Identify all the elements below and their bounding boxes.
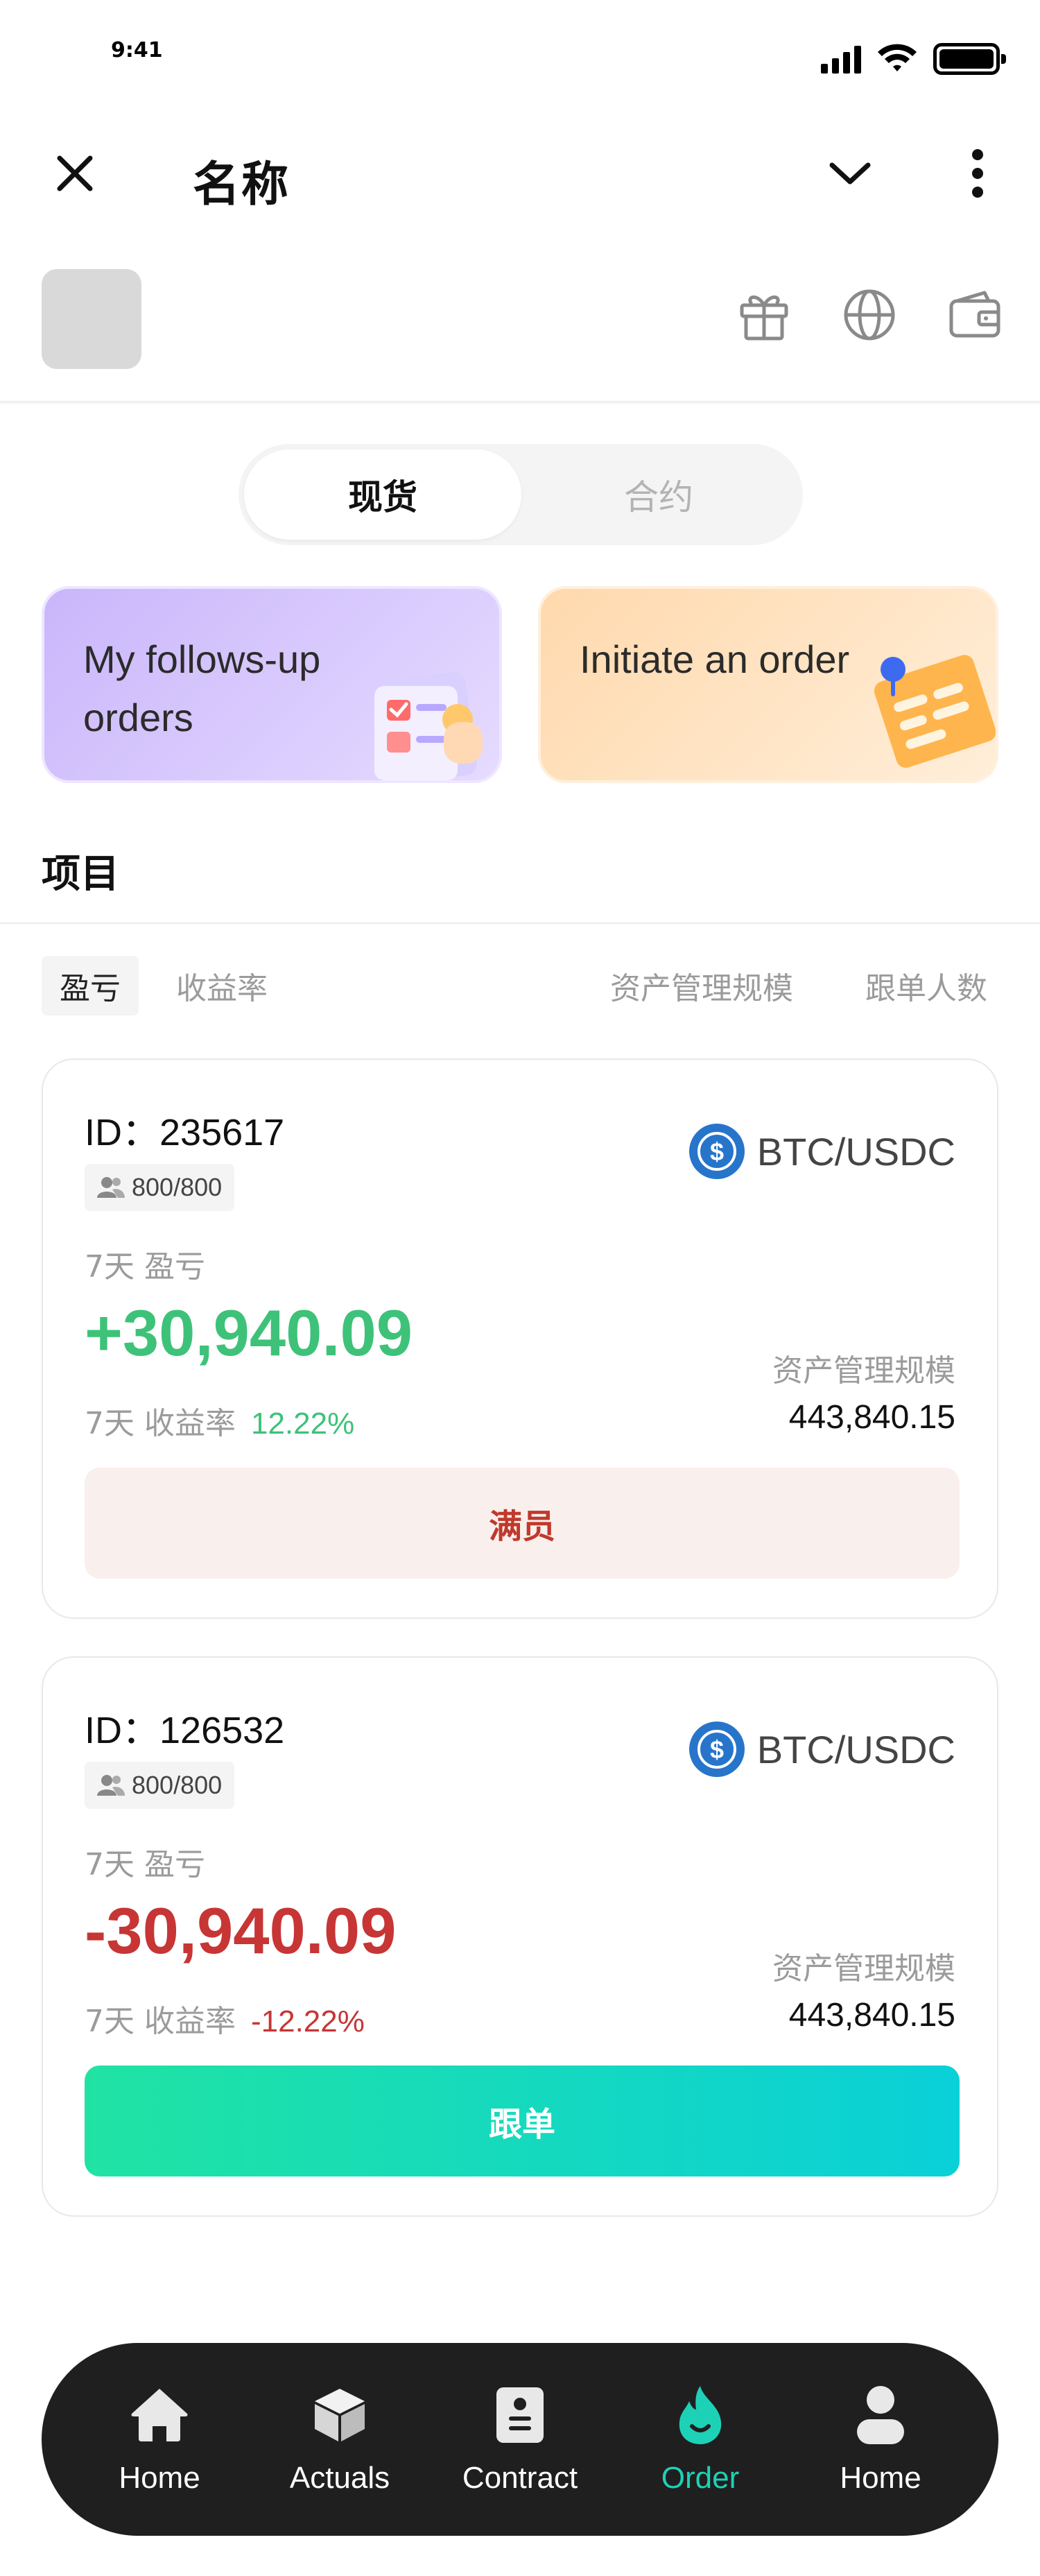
nav-label-actuals: Actuals [289, 2461, 390, 2495]
section-title: 项目 [42, 852, 119, 897]
cube-icon [308, 2383, 372, 2447]
header-divider [0, 401, 1040, 405]
follower-count: 800/800 [132, 1173, 223, 1201]
nav-label-profile: Home [840, 2461, 921, 2495]
pnl-value: -30,940.09 [85, 1894, 397, 1967]
chevron-down-icon [829, 162, 871, 184]
usdc-coin-icon: $ [688, 1721, 745, 1777]
app-header: 名称 [0, 132, 1040, 215]
follower-count-badge: 800/800 [85, 1164, 235, 1211]
strategy-card[interactable]: ID：126532 800/800 $ BTC/USDC 7天 盈亏 -30,9… [42, 1656, 998, 2217]
strategy-id: ID：235617 [85, 1112, 285, 1153]
strategy-card[interactable]: ID：235617 800/800 $ BTC/USDC 7天 盈亏 +30,9… [42, 1058, 998, 1619]
notepad-illustration-icon [874, 655, 996, 768]
header-actions [735, 286, 1004, 344]
aum-value: 443,840.15 [788, 1997, 955, 2034]
nav-item-contract[interactable]: Contract [437, 2383, 603, 2496]
pnl-label: 7天 盈亏 [85, 1847, 205, 1882]
close-button[interactable] [49, 147, 101, 200]
follower-count: 800/800 [132, 1771, 223, 1799]
more-vertical-icon [972, 149, 983, 198]
bottom-nav: Home Actuals Contract Order Home [42, 2343, 998, 2536]
avatar[interactable] [42, 269, 141, 369]
nav-label-home: Home [119, 2461, 200, 2495]
wifi-icon [878, 44, 917, 71]
checklist-illustration-icon [374, 671, 483, 780]
trading-pair-label: BTC/USDC [756, 1727, 955, 1771]
status-time: 9:41 [111, 38, 163, 62]
trading-pair: $ BTC/USDC [688, 1124, 955, 1179]
tab-contract[interactable]: 合约 [520, 449, 797, 540]
profile-icon [849, 2383, 912, 2447]
close-icon [57, 155, 93, 191]
more-button[interactable] [957, 146, 998, 201]
svg-text:$: $ [710, 1735, 724, 1764]
nav-label-order: Order [661, 2461, 740, 2495]
globe-icon [844, 289, 895, 341]
nav-label-contract: Contract [462, 2461, 578, 2495]
signal-icon [821, 44, 861, 74]
usdc-coin-icon: $ [688, 1124, 745, 1179]
wallet-icon [949, 291, 1000, 338]
gift-icon [740, 295, 788, 341]
gift-button[interactable] [735, 286, 793, 344]
roi-row: 7天 收益率 12.22% [85, 1398, 354, 1443]
pnl-value: +30,940.09 [85, 1296, 413, 1369]
roi-row: 7天 收益率 -12.22% [85, 1996, 365, 2041]
initiate-order-card[interactable]: Initiate an order [538, 586, 998, 783]
roi-value: 12.22% [250, 1407, 355, 1441]
status-icons [821, 43, 1006, 75]
pnl-label: 7天 盈亏 [85, 1249, 205, 1285]
dropdown-button[interactable] [822, 151, 878, 196]
nav-item-actuals[interactable]: Actuals [257, 2383, 423, 2496]
roi-label: 7天 收益率 [85, 1406, 236, 1441]
follower-count-badge: 800/800 [85, 1762, 235, 1809]
document-icon [488, 2383, 552, 2447]
sort-tab-followers[interactable]: 跟单人数 [847, 956, 1005, 1015]
full-status-button[interactable]: 满员 [85, 1468, 960, 1579]
home-icon [128, 2383, 191, 2447]
my-follow-orders-card[interactable]: My follows-up orders [42, 586, 502, 783]
roi-label: 7天 收益率 [85, 2004, 236, 2039]
users-icon [97, 1177, 125, 1198]
sort-tab-aum[interactable]: 资产管理规模 [592, 956, 811, 1015]
status-bar: 9:41 [0, 0, 1040, 104]
language-button[interactable] [840, 286, 899, 344]
sort-tabs: 盈亏 收益率 资产管理规模 跟单人数 [0, 956, 1040, 1015]
follow-order-button[interactable]: 跟单 [85, 2066, 960, 2176]
page-title: 名称 [193, 157, 291, 212]
market-type-segment: 现货 合约 [239, 444, 803, 545]
roi-value: -12.22% [250, 2004, 365, 2038]
nav-item-profile[interactable]: Home [797, 2383, 964, 2496]
svg-text:$: $ [710, 1137, 724, 1166]
trading-pair-label: BTC/USDC [756, 1129, 955, 1174]
sort-tab-pnl[interactable]: 盈亏 [42, 956, 139, 1015]
nav-item-home[interactable]: Home [76, 2383, 243, 2496]
section-divider [0, 922, 1040, 924]
tab-spot[interactable]: 现货 [244, 449, 521, 540]
flame-icon [668, 2383, 732, 2447]
aum-value: 443,840.15 [788, 1399, 955, 1436]
aum-label: 资产管理规模 [772, 1353, 955, 1389]
sort-tab-roi[interactable]: 收益率 [158, 956, 286, 1015]
strategy-id: ID：126532 [85, 1710, 285, 1751]
nav-item-order[interactable]: Order [617, 2383, 783, 2496]
aum-label: 资产管理规模 [772, 1951, 955, 1986]
trading-pair: $ BTC/USDC [688, 1721, 955, 1777]
battery-icon [933, 43, 1006, 75]
users-icon [97, 1775, 125, 1796]
wallet-button[interactable] [946, 286, 1004, 344]
